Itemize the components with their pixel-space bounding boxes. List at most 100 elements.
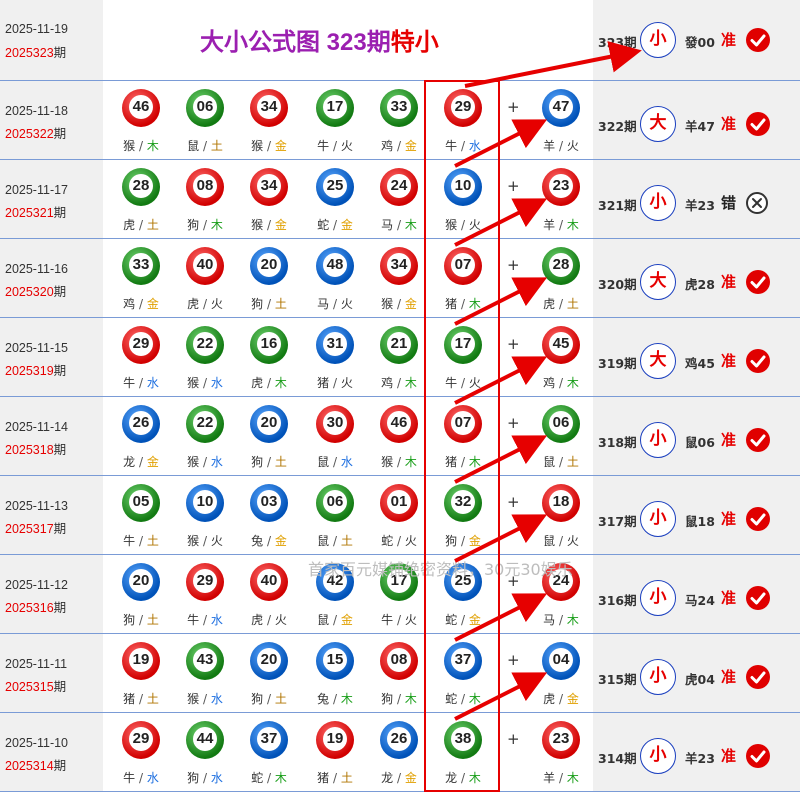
separator: /: [202, 139, 208, 153]
zodiac-element-label: 羊 / 火: [531, 137, 591, 154]
zodiac-element-label: 虎 / 土: [111, 216, 171, 233]
separator: /: [396, 297, 402, 311]
ball-number: 34: [390, 256, 408, 273]
plus-sign: +: [507, 335, 520, 353]
title-prefix: 大小公式图: [200, 29, 320, 56]
size-indicator: 小: [640, 501, 676, 537]
zodiac: 兔: [251, 534, 264, 548]
zodiac-element-label: 鼠 / 火: [531, 532, 591, 549]
ball-number: 33: [132, 256, 150, 273]
size-indicator: 小: [640, 422, 676, 458]
separator: /: [396, 218, 402, 232]
zodiac: 狗: [381, 692, 394, 706]
zodiac-element-label: 马 / 火: [305, 295, 365, 312]
zodiac-element-label: 鸡 / 木: [531, 374, 591, 391]
separator: /: [266, 218, 272, 232]
zodiac: 羊: [543, 139, 556, 153]
zodiac-element-label: 蛇 / 火: [369, 532, 429, 549]
ball-number: 43: [196, 651, 214, 668]
element: 土: [146, 534, 159, 548]
number-ball: 28: [122, 168, 160, 206]
number-ball: 17: [316, 89, 354, 127]
number-ball: 29: [122, 721, 160, 759]
number-ball: 03: [250, 484, 288, 522]
zodiac-element-label: 虎 / 木: [239, 374, 299, 391]
ball-number: 29: [196, 572, 214, 589]
check-icon: [746, 28, 770, 52]
zodiac-element-label: 鸡 / 金: [111, 295, 171, 312]
check-icon: [746, 744, 770, 768]
result-label: 准: [721, 115, 737, 133]
zodiac-element-label: 虎 / 金: [531, 690, 591, 707]
element: 火: [274, 613, 287, 627]
number-ball: 06: [186, 89, 224, 127]
number-ball: 43: [186, 642, 224, 680]
zodiac: 牛: [123, 771, 136, 785]
separator: /: [266, 376, 272, 390]
date-cell: 2025-11-16 2025320期: [0, 239, 103, 317]
zodiac: 狗: [187, 771, 200, 785]
zodiac: 猴: [381, 297, 394, 311]
separator: /: [396, 534, 402, 548]
separator: /: [558, 139, 564, 153]
zodiac-element-label: 猪 / 土: [305, 769, 365, 786]
number-ball: 40: [250, 563, 288, 601]
ball-number: 25: [326, 177, 344, 194]
separator: /: [138, 534, 144, 548]
element: 火: [340, 376, 353, 390]
zodiac: 猴: [187, 534, 200, 548]
separator: /: [332, 376, 338, 390]
zodiac-element-label: 鸡 / 木: [369, 374, 429, 391]
element: 水: [210, 692, 223, 706]
plus-sign: +: [507, 256, 520, 274]
ball-number: 15: [326, 651, 344, 668]
zodiac: 狗: [251, 297, 264, 311]
element: 金: [340, 613, 353, 627]
lottery-table: 2025-11-19 2025323期 大小公式图 323期特小 323期小發0…: [0, 0, 800, 795]
period-number: 2025320: [5, 285, 54, 299]
result-label: 准: [721, 352, 737, 370]
zodiac: 虎: [187, 297, 200, 311]
element: 金: [146, 455, 159, 469]
zodiac: 鼠: [543, 534, 556, 548]
separator: /: [138, 297, 144, 311]
zodiac: 猪: [317, 771, 330, 785]
zodiac: 虎: [123, 218, 136, 232]
zodiac-element-label: 蛇 / 金: [305, 216, 365, 233]
period-number: 2025322: [5, 127, 54, 141]
period-suffix: 期: [53, 680, 67, 694]
element: 土: [146, 692, 159, 706]
prediction-period: 323期: [598, 35, 637, 50]
zodiac-element-label: 狗 / 木: [175, 216, 235, 233]
page-title: 大小公式图 323期特小: [200, 22, 439, 57]
element: 土: [274, 297, 287, 311]
zodiac: 牛: [123, 534, 136, 548]
zodiac-element-label: 猪 / 火: [305, 374, 365, 391]
ball-number: 20: [260, 651, 278, 668]
separator: /: [266, 534, 272, 548]
ball-number: 29: [132, 730, 150, 747]
prediction-period: 320期: [598, 277, 637, 292]
period-number: 2025323: [5, 46, 54, 60]
separator: /: [558, 534, 564, 548]
number-ball: 48: [316, 247, 354, 285]
zodiac-element-label: 鼠 / 水: [305, 453, 365, 470]
separator: /: [332, 771, 338, 785]
element: 木: [566, 613, 579, 627]
number-ball: 15: [316, 642, 354, 680]
period-suffix: 期: [53, 285, 67, 299]
separator: /: [138, 376, 144, 390]
zodiac-element-label: 猴 / 水: [175, 453, 235, 470]
ball-number: 20: [132, 572, 150, 589]
zodiac-element-label: 猴 / 水: [175, 690, 235, 707]
result-label: 准: [721, 668, 737, 686]
element: 水: [210, 455, 223, 469]
row-date: 2025-11-12: [5, 578, 69, 592]
size-indicator: 小: [640, 185, 676, 221]
zodiac: 狗: [251, 692, 264, 706]
size-indicator: 小: [640, 659, 676, 695]
ball-number: 40: [260, 572, 278, 589]
ball-number: 06: [326, 493, 344, 510]
prediction-period: 315期: [598, 672, 637, 687]
number-ball: 29: [122, 326, 160, 364]
